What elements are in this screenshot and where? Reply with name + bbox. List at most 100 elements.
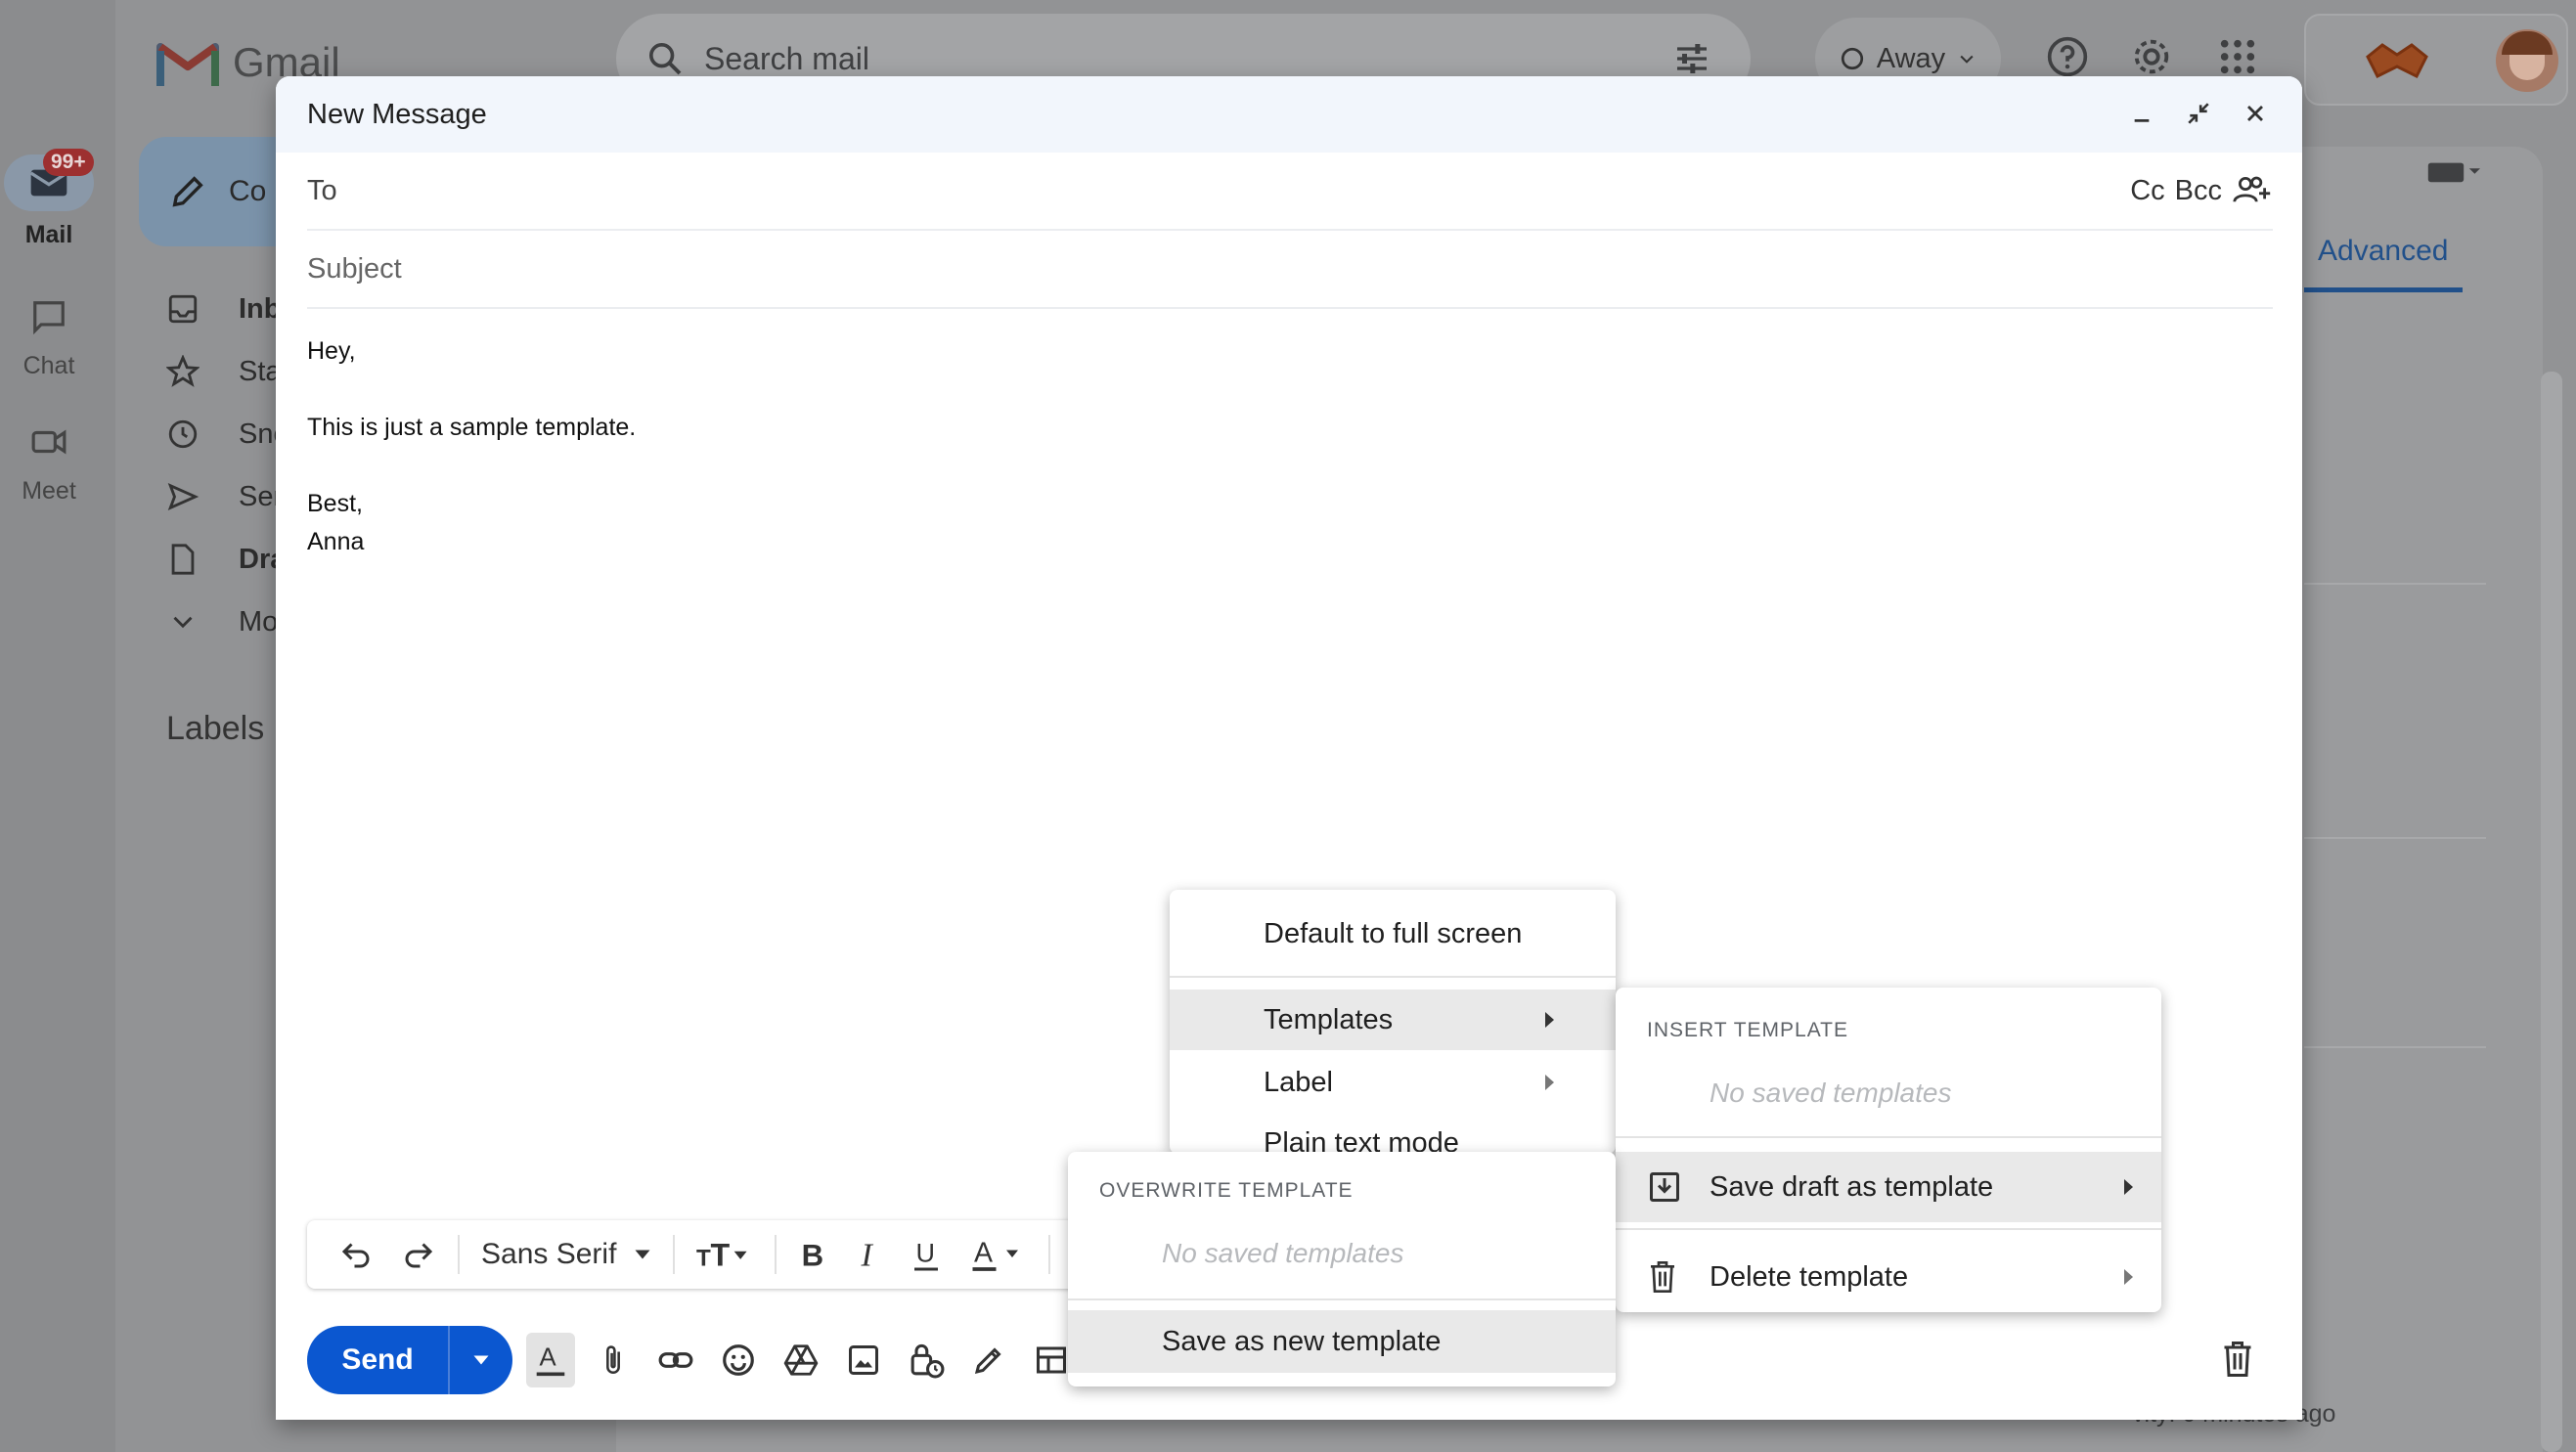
underline-icon[interactable]: U xyxy=(898,1220,955,1289)
svg-text:I: I xyxy=(861,1238,874,1271)
account-area[interactable] xyxy=(2304,14,2568,106)
toolbar-separator xyxy=(673,1235,676,1274)
svg-text:B: B xyxy=(802,1238,824,1271)
nav-sent[interactable]: Sen xyxy=(166,477,289,516)
toolbar-separator xyxy=(1048,1235,1051,1274)
labels-heading: Labels xyxy=(166,710,265,747)
bcc-button[interactable]: Bcc xyxy=(2175,175,2222,207)
nav-starred-label: Sta xyxy=(239,355,282,387)
message-body[interactable]: Hey, This is just a sample template. Bes… xyxy=(307,332,636,561)
menu-item-templates[interactable]: Templates xyxy=(1170,990,1616,1050)
insert-template-header: INSERT TEMPLATE xyxy=(1647,1019,1848,1041)
unread-badge: 99+ xyxy=(43,149,94,176)
schedule-send-dropdown[interactable] xyxy=(448,1326,512,1394)
insert-template-empty: No saved templates xyxy=(1710,1078,1952,1108)
text-color-icon[interactable]: A xyxy=(955,1220,1041,1289)
gmail-m-icon xyxy=(156,43,219,86)
search-icon[interactable] xyxy=(645,39,685,78)
close-icon[interactable] xyxy=(2238,96,2273,131)
menu-item-label: Label xyxy=(1264,1066,1333,1098)
chevron-down-icon xyxy=(173,616,193,629)
send-arrow-icon xyxy=(167,482,200,511)
star-icon xyxy=(166,355,200,387)
left-rail xyxy=(0,0,115,1452)
minimize-icon[interactable] xyxy=(2124,96,2159,131)
attach-paperclip-icon[interactable] xyxy=(589,1333,638,1387)
menu-item-save-draft-as-template[interactable]: Save draft as template xyxy=(1616,1152,2161,1222)
nav-more[interactable]: Mo xyxy=(166,602,278,641)
compose-title: New Message xyxy=(307,98,487,130)
menu-item-delete-template[interactable]: Delete template xyxy=(1616,1242,2161,1312)
tab-advanced[interactable]: Advanced xyxy=(2318,235,2448,268)
rail-chat[interactable]: Chat xyxy=(0,289,98,380)
nav-more-label: Mo xyxy=(239,605,279,638)
divider xyxy=(2304,1046,2486,1048)
redo-icon[interactable] xyxy=(387,1220,450,1289)
submenu-arrow-icon xyxy=(1545,1012,1554,1028)
menu-divider xyxy=(1616,1136,2161,1138)
discard-draft-trash-icon[interactable] xyxy=(2220,1340,2255,1379)
insert-photo-icon[interactable] xyxy=(839,1333,888,1387)
to-field[interactable]: To Cc Bcc xyxy=(307,153,2273,231)
overwrite-template-header: OVERWRITE TEMPLATE xyxy=(1099,1179,1354,1202)
menu-item-plain-text-mode[interactable]: Plain text mode xyxy=(1170,1113,1616,1155)
rail-mail-label[interactable]: Mail xyxy=(0,221,98,249)
add-contacts-icon[interactable] xyxy=(2232,174,2273,207)
emoji-icon[interactable] xyxy=(714,1333,763,1387)
keyboard-icon[interactable] xyxy=(2425,156,2480,186)
menu-item-label: Templates xyxy=(1264,1003,1394,1035)
rail-meet[interactable]: Meet xyxy=(0,415,98,506)
subject-field[interactable]: Subject xyxy=(307,231,2273,309)
menu-item-save-as-new-template[interactable]: Save as new template xyxy=(1068,1310,1616,1373)
nav-snoozed[interactable]: Sno xyxy=(166,415,289,454)
rail-chat-label: Chat xyxy=(22,352,75,379)
menu-item-label: Delete template xyxy=(1710,1260,1909,1293)
svg-text:A: A xyxy=(974,1238,993,1269)
scrollbar[interactable] xyxy=(2541,372,2562,1452)
submenu-arrow-icon xyxy=(2124,1179,2133,1195)
font-family-select[interactable]: Sans Serif xyxy=(467,1220,665,1289)
formatting-options-icon[interactable]: A xyxy=(526,1333,575,1387)
compose-header[interactable]: New Message xyxy=(276,76,2302,153)
font-family-label: Sans Serif xyxy=(481,1238,617,1270)
tab-advanced-underline xyxy=(2304,287,2463,292)
svg-text:T: T xyxy=(711,1238,731,1271)
nav-inbox[interactable]: Inb xyxy=(166,289,282,329)
send-button[interactable]: Send xyxy=(307,1326,448,1394)
bold-icon[interactable]: B xyxy=(784,1220,841,1289)
trash-icon xyxy=(1651,1261,1674,1293)
pencil-icon xyxy=(172,176,203,207)
search-options-icon[interactable] xyxy=(1672,39,1711,78)
clock-icon xyxy=(168,419,198,449)
inbox-icon xyxy=(168,294,198,324)
menu-divider xyxy=(1170,976,1616,978)
divider xyxy=(2304,583,2486,585)
italic-icon[interactable]: I xyxy=(841,1220,898,1289)
send-group: Send xyxy=(307,1326,512,1394)
nav-drafts[interactable]: Dra xyxy=(166,540,286,579)
nav-starred[interactable]: Sta xyxy=(166,352,282,391)
signature-pen-icon[interactable] xyxy=(964,1333,1013,1387)
toolbar-separator xyxy=(458,1235,460,1274)
compose-actions: A xyxy=(526,1328,1076,1392)
chat-icon xyxy=(33,301,65,335)
divider xyxy=(2304,837,2486,839)
undo-icon[interactable] xyxy=(325,1220,387,1289)
confidential-mode-icon[interactable] xyxy=(902,1333,951,1387)
to-label: To xyxy=(307,174,337,206)
nav-inbox-label: Inb xyxy=(239,292,282,325)
toolbar-separator xyxy=(775,1235,777,1274)
avatar[interactable] xyxy=(2496,29,2558,92)
menu-item-default-full-screen[interactable]: Default to full screen xyxy=(1170,903,1616,964)
submenu-arrow-icon xyxy=(2124,1269,2133,1285)
svg-text:A: A xyxy=(540,1344,557,1372)
insert-link-icon[interactable] xyxy=(651,1333,700,1387)
overwrite-template-empty: No saved templates xyxy=(1162,1238,1404,1268)
menu-item-label-submenu[interactable]: Label xyxy=(1170,1052,1616,1113)
rail-meet-label: Meet xyxy=(22,477,76,505)
exit-full-screen-icon[interactable] xyxy=(2181,96,2216,131)
font-size-icon[interactable]: TT xyxy=(683,1220,767,1289)
cc-button[interactable]: Cc xyxy=(2130,175,2164,207)
chevron-down-icon xyxy=(1960,55,1974,64)
google-drive-icon[interactable] xyxy=(777,1333,825,1387)
